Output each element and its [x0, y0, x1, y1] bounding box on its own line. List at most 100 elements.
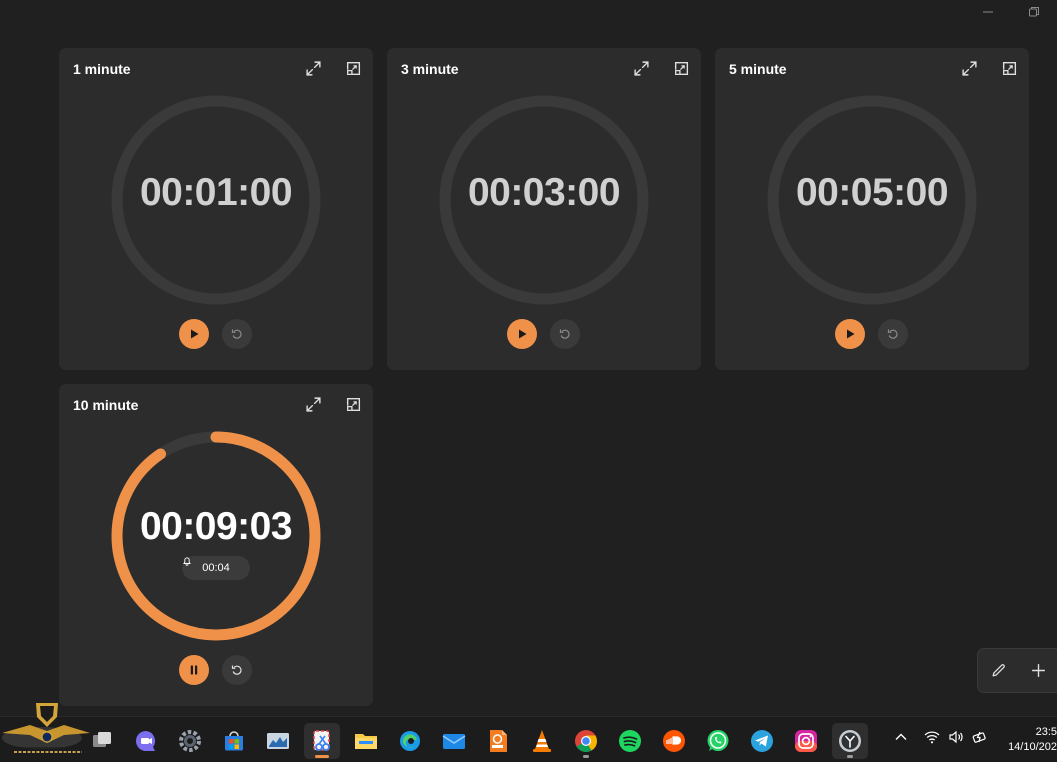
keep-on-top-icon	[674, 61, 688, 75]
pause-icon	[190, 665, 198, 675]
restore-icon	[1029, 7, 1039, 17]
speaker-icon	[949, 730, 963, 744]
edit-timers-button[interactable]	[978, 651, 1018, 691]
minimize-icon	[983, 11, 993, 13]
progress-ring: 00:05:00	[765, 93, 979, 307]
reset-button[interactable]	[222, 655, 252, 685]
taskbar-whatsapp[interactable]	[700, 723, 736, 759]
play-button[interactable]	[835, 319, 865, 349]
pause-button[interactable]	[179, 655, 209, 685]
minimize-button[interactable]	[965, 0, 1011, 24]
taskbar-telegram[interactable]	[744, 723, 780, 759]
taskbar-resource-monitor[interactable]	[260, 723, 296, 759]
clock-time: 23:5	[1035, 726, 1057, 738]
eagle-logo	[2, 703, 90, 757]
reset-button[interactable]	[222, 319, 252, 349]
taskbar-edge[interactable]	[392, 723, 428, 759]
wifi-icon	[924, 731, 940, 744]
show-hidden-icons-button[interactable]	[893, 729, 909, 745]
clock-app-window: 1 minute 00:01:00 3 minute 00:03:00 5 mi…	[0, 0, 1057, 716]
keep-on-top-icon	[346, 397, 360, 411]
taskbar-chrome[interactable]	[568, 723, 604, 759]
timer-card-5-minute[interactable]: 5 minute 00:05:00	[715, 48, 1029, 370]
expand-button[interactable]	[631, 58, 651, 78]
timer-card-10-minute[interactable]: 10 minute 00:09:03 00:04	[59, 384, 373, 706]
keep-on-top-button[interactable]	[999, 58, 1019, 78]
volume-button[interactable]	[948, 729, 964, 745]
reset-button[interactable]	[878, 319, 908, 349]
instagram-icon	[795, 730, 817, 752]
timer-title: 10 minute	[73, 397, 139, 413]
teams-chat-icon	[136, 731, 156, 751]
telegram-icon	[751, 730, 773, 752]
spotify-icon	[619, 730, 641, 752]
reset-icon	[887, 329, 898, 339]
progress-ring: 00:09:03 00:04	[109, 429, 323, 643]
chevron-up-icon	[895, 733, 907, 740]
expand-icon	[305, 396, 321, 412]
battery-charging-icon	[972, 731, 986, 743]
taskbar-vlc[interactable]	[524, 723, 560, 759]
taskbar-mail[interactable]	[436, 723, 472, 759]
timer-card-3-minute[interactable]: 3 minute 00:03:00	[387, 48, 701, 370]
expand-icon	[633, 60, 649, 76]
taskbar-clock[interactable]	[832, 723, 868, 759]
folder-icon	[355, 734, 377, 749]
play-button[interactable]	[507, 319, 537, 349]
keep-on-top-icon	[346, 61, 360, 75]
clock-app-icon	[839, 730, 861, 752]
forum-logo-watermark	[0, 697, 96, 762]
time-display: 00:01:00	[139, 171, 293, 214]
time-display: 00:05:00	[795, 171, 949, 214]
reset-icon	[559, 329, 570, 339]
taskbar-store[interactable]	[216, 723, 252, 759]
reset-icon	[231, 665, 242, 675]
taskbar-teams[interactable]	[128, 723, 164, 759]
edit-toolbar	[977, 648, 1057, 693]
timer-title: 1 minute	[73, 61, 131, 77]
timer-title: 5 minute	[729, 61, 787, 77]
expand-button[interactable]	[959, 58, 979, 78]
taskbar-settings[interactable]	[172, 723, 208, 759]
gear-icon	[179, 730, 201, 752]
timer-card-1-minute[interactable]: 1 minute 00:01:00	[59, 48, 373, 370]
monitor-graph-icon	[267, 733, 289, 749]
taskbar-file-explorer[interactable]	[348, 723, 384, 759]
taskbar-pdf-reader[interactable]	[480, 723, 516, 759]
battery-button[interactable]	[972, 729, 988, 745]
bell-icon	[183, 557, 191, 566]
restore-button[interactable]	[1011, 0, 1057, 24]
add-timer-button[interactable]	[1018, 651, 1057, 691]
network-button[interactable]	[924, 729, 940, 745]
alarm-time-chip: 00:04	[182, 556, 250, 580]
play-icon	[519, 329, 527, 339]
chrome-icon	[575, 730, 597, 752]
edge-icon	[400, 731, 420, 751]
play-icon	[191, 329, 199, 339]
expand-button[interactable]	[303, 394, 323, 414]
time-display: 00:03:00	[467, 171, 621, 214]
keep-on-top-button[interactable]	[343, 394, 363, 414]
plus-icon	[1031, 664, 1045, 677]
expand-icon	[961, 60, 977, 76]
expand-button[interactable]	[303, 58, 323, 78]
mail-icon	[442, 734, 466, 749]
play-button[interactable]	[179, 319, 209, 349]
play-icon	[847, 329, 855, 339]
reset-icon	[231, 329, 242, 339]
taskbar-snipping-tool[interactable]	[304, 723, 340, 759]
taskbar-soundcloud[interactable]	[656, 723, 692, 759]
keep-on-top-button[interactable]	[671, 58, 691, 78]
taskbar: 23:5 14/10/202	[0, 716, 1057, 762]
taskbar-instagram[interactable]	[788, 723, 824, 759]
alarm-time: 00:04	[202, 562, 230, 574]
window-controls	[965, 0, 1057, 24]
taskbar-spotify[interactable]	[612, 723, 648, 759]
reset-button[interactable]	[550, 319, 580, 349]
taskbar-clock-readout[interactable]: 23:5 14/10/202	[1003, 725, 1057, 755]
soundcloud-icon	[663, 730, 685, 752]
keep-on-top-button[interactable]	[343, 58, 363, 78]
progress-ring: 00:01:00	[109, 93, 323, 307]
timer-title: 3 minute	[401, 61, 459, 77]
pdf-icon	[490, 730, 507, 752]
